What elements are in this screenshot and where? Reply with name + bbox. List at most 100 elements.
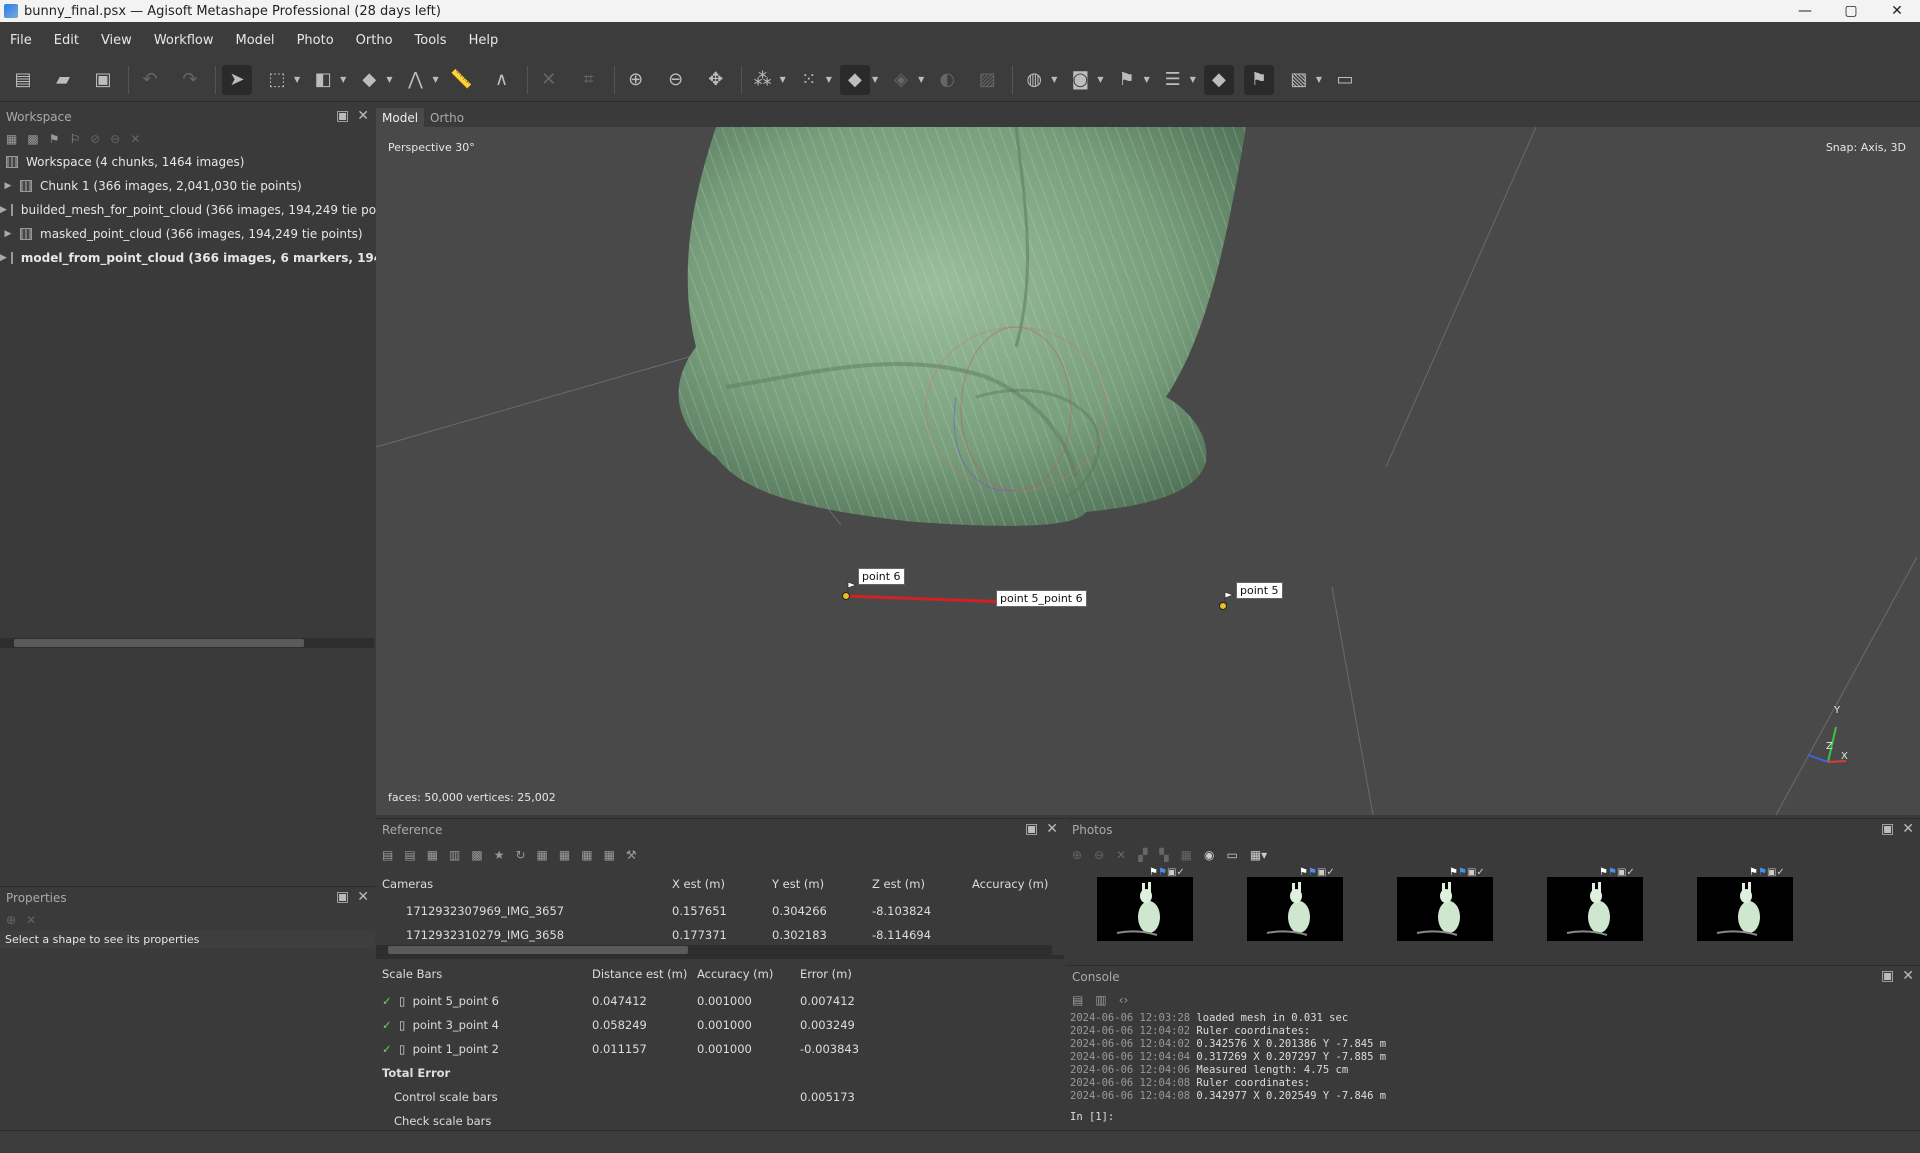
scale-bar-label[interactable]: point 5_point 6 <box>996 590 1087 607</box>
view-variance-icon[interactable]: ▦ <box>604 848 615 862</box>
add-scalebar-icon[interactable]: ⚐ <box>69 132 80 146</box>
star-icon[interactable]: ★ <box>494 848 505 862</box>
undock-icon[interactable]: ▣ <box>1881 821 1894 837</box>
disable-icon[interactable]: ⊖ <box>1094 848 1104 862</box>
reset-view-icon[interactable]: ✥ <box>701 65 731 95</box>
remove-icon[interactable]: ⊖ <box>110 132 120 146</box>
optimize-icon[interactable]: ▥ <box>449 848 460 862</box>
rotate-right-icon[interactable]: ▚ <box>1159 848 1168 862</box>
mask-icon[interactable]: ◉ <box>1204 848 1214 862</box>
scene-canvas[interactable] <box>376 127 1920 815</box>
close-panel-icon[interactable]: ✕ <box>1902 968 1914 984</box>
draw-shape-icon[interactable]: ◧ <box>308 65 338 95</box>
scrollbar-thumb[interactable] <box>14 639 304 647</box>
expand-arrow-icon[interactable]: ▶ <box>0 229 16 239</box>
table-row[interactable]: 1712932307969_IMG_3657 0.157651 0.304266… <box>376 899 1064 923</box>
convert-icon[interactable]: ▦ <box>427 848 438 862</box>
photo-thumbnail[interactable]: ⚑⚑▣✓ <box>1397 867 1493 941</box>
chevron-down-icon[interactable]: ▼ <box>340 75 346 84</box>
marker-point-5[interactable] <box>1219 602 1227 610</box>
rotate-left-icon[interactable]: ▞ <box>1138 848 1147 862</box>
zoom-in-icon[interactable]: ⊕ <box>621 65 651 95</box>
chevron-down-icon[interactable]: ▼ <box>1190 75 1196 84</box>
photo-thumbnail[interactable]: ⚑⚑▣✓ <box>1697 867 1793 941</box>
maximize-button[interactable]: ▢ <box>1828 0 1874 22</box>
checkbox-checked-icon[interactable]: ✓ <box>382 1018 392 1032</box>
menu-workflow[interactable]: Workflow <box>154 33 214 48</box>
delete-selection-icon[interactable]: ✕ <box>534 65 564 95</box>
table-row[interactable]: ✓ ▯ point 1_point 2 0.011157 0.001000 -0… <box>376 1037 1064 1061</box>
filter-icon[interactable]: ▦ <box>1181 848 1192 862</box>
chevron-down-icon[interactable]: ▼ <box>386 75 392 84</box>
minimize-button[interactable]: — <box>1782 0 1828 22</box>
model-viewport[interactable]: Perspective 30° Snap: Axis, 3D faces: 50… <box>376 127 1920 815</box>
chevron-down-icon[interactable]: ▼ <box>432 75 438 84</box>
checkbox-checked-icon[interactable]: ✓ <box>382 1042 392 1056</box>
close-panel-icon[interactable]: ✕ <box>1902 821 1914 837</box>
expand-arrow-icon[interactable]: ▶ <box>0 181 16 191</box>
photo-thumbnail[interactable]: ⚑⚑▣✓ <box>1247 867 1343 941</box>
show-markers-icon[interactable]: ⚑ <box>1243 64 1274 95</box>
close-button[interactable]: ✕ <box>1874 0 1920 22</box>
tiled-model-icon[interactable]: ◈ <box>886 65 916 95</box>
menu-model[interactable]: Model <box>236 33 275 48</box>
column-header[interactable]: Distance est (m) <box>586 959 691 989</box>
column-header[interactable]: Scale Bars <box>376 959 586 989</box>
show-images-icon[interactable]: ▧ <box>1284 65 1314 95</box>
workspace-scrollbar[interactable] <box>0 638 374 648</box>
chunk-item[interactable]: ▶ masked_point_cloud (366 images, 194,24… <box>0 222 375 246</box>
rectangle-selection-icon[interactable]: ⬚ <box>262 65 292 95</box>
expand-arrow-icon[interactable]: ▶ <box>0 253 7 263</box>
tie-points-icon[interactable]: ⁂ <box>748 65 778 95</box>
add-marker-icon[interactable]: ⚑ <box>49 132 60 146</box>
close-panel-icon[interactable]: ✕ <box>1046 821 1058 837</box>
chunk-item[interactable]: ▶ builded_mesh_for_point_cloud (366 imag… <box>0 198 403 222</box>
photo-thumbnail[interactable]: ⚑⚑▣✓ <box>1097 867 1193 941</box>
show-info-icon[interactable]: ☰ <box>1158 65 1188 95</box>
redo-icon[interactable]: ↷ <box>175 65 205 95</box>
chunk-item-active[interactable]: ▶ model_from_point_cloud (366 images, 6 … <box>0 246 422 270</box>
tab-ortho[interactable]: Ortho <box>424 108 470 128</box>
show-region-icon[interactable]: ▭ <box>1330 65 1360 95</box>
tab-model[interactable]: Model <box>376 108 425 128</box>
chevron-down-icon[interactable]: ▼ <box>1051 75 1057 84</box>
chevron-down-icon[interactable]: ▼ <box>872 75 878 84</box>
undo-icon[interactable]: ↶ <box>135 65 165 95</box>
view-estimated-icon[interactable]: ▦ <box>559 848 570 862</box>
column-header[interactable]: Accuracy (m) <box>691 959 794 989</box>
dem-icon[interactable]: ◐ <box>932 65 962 95</box>
point-cloud-icon[interactable]: ⁙ <box>794 65 824 95</box>
table-row[interactable]: ✓ ▯ point 5_point 6 0.047412 0.001000 0.… <box>376 989 1064 1013</box>
show-shapes-icon[interactable]: ◆ <box>1203 64 1234 95</box>
menu-file[interactable]: File <box>10 33 32 48</box>
expand-arrow-icon[interactable]: ▶ <box>0 205 7 215</box>
chevron-down-icon[interactable]: ▼ <box>1316 75 1322 84</box>
chevron-down-icon[interactable]: ▼ <box>918 75 924 84</box>
chevron-down-icon[interactable]: ▼ <box>826 75 832 84</box>
checkbox-checked-icon[interactable]: ✓ <box>382 994 392 1008</box>
polyline-icon[interactable]: ⋀ <box>400 65 430 95</box>
update-icon[interactable]: ↻ <box>515 848 525 862</box>
cameras-scrollbar[interactable] <box>376 945 1052 955</box>
navigation-cursor-icon[interactable]: ➤ <box>222 64 252 95</box>
zoom-out-icon[interactable]: ⊖ <box>661 65 691 95</box>
chevron-down-icon[interactable]: ▼ <box>780 75 786 84</box>
view-errors-icon[interactable]: ▦ <box>581 848 592 862</box>
console-prompt[interactable]: In [1]: <box>1066 1111 1920 1124</box>
save-icon[interactable]: ▣ <box>88 65 118 95</box>
view-source-icon[interactable]: ▦ <box>537 848 548 862</box>
bunny-model[interactable] <box>678 127 1246 526</box>
chevron-down-icon[interactable]: ▼ <box>1144 75 1150 84</box>
scrollbar-thumb[interactable] <box>388 946 688 954</box>
add-photos-icon[interactable]: ▩ <box>27 132 38 146</box>
undock-icon[interactable]: ▣ <box>336 889 349 905</box>
table-row[interactable]: 1712932310279_IMG_3658 0.177371 0.302183… <box>376 923 1064 947</box>
marker-shape-icon[interactable]: ◆ <box>354 65 384 95</box>
thumbnails-icon[interactable]: ▦▾ <box>1250 848 1267 862</box>
table-row[interactable]: ✓ ▯ point 3_point 4 0.058249 0.001000 0.… <box>376 1013 1064 1037</box>
close-panel-icon[interactable]: ✕ <box>357 108 369 124</box>
crop-icon[interactable]: ⌗ <box>574 65 604 95</box>
menu-view[interactable]: View <box>101 33 132 48</box>
chevron-down-icon[interactable]: ▼ <box>1097 75 1103 84</box>
run-script-icon[interactable]: ‹› <box>1119 993 1129 1007</box>
